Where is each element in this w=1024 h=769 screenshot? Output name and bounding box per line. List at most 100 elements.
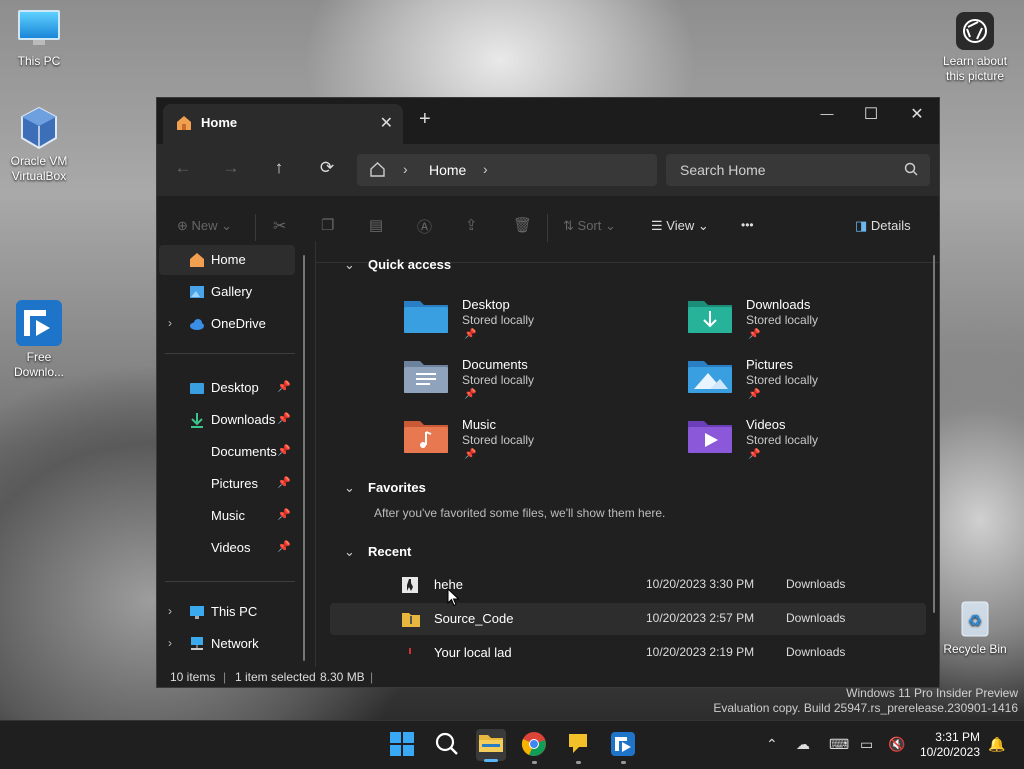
sidebar-item-downloads[interactable]: Downloads 📌 xyxy=(159,405,295,435)
learn-about-picture[interactable]: Learn about this picture xyxy=(936,12,1014,84)
sidebar-item-home[interactable]: Home xyxy=(159,245,295,275)
refresh-icon[interactable]: ⟳ xyxy=(315,158,339,178)
breadcrumb-chevron-icon: › xyxy=(403,161,408,177)
content-pane: ⌄ Quick access Desktop Stored locally 📌 D… xyxy=(316,241,939,669)
chevron-down-icon: ⌄ xyxy=(344,257,355,272)
network-icon xyxy=(189,636,205,652)
content-scrollbar[interactable] xyxy=(933,255,935,613)
tab-title: Home xyxy=(201,115,238,130)
desktop-folder-icon xyxy=(404,301,448,333)
back-arrow-icon[interactable]: ← xyxy=(171,158,195,178)
quick-access-item[interactable]: Videos Stored locally 📌 xyxy=(688,417,918,473)
gallery-icon xyxy=(189,284,205,300)
speaker-muted-icon[interactable]: 🔇 xyxy=(888,736,905,753)
watermark-line1: Windows 11 Pro Insider Preview xyxy=(846,686,1018,700)
breadcrumb-chevron-icon[interactable]: › xyxy=(483,161,488,177)
windows-start-icon[interactable] xyxy=(389,731,417,759)
maximize-button[interactable]: ☐ xyxy=(856,104,886,124)
feedback-hub-icon[interactable] xyxy=(565,731,593,764)
favorites-empty-text: After you've favorited some files, we'll… xyxy=(374,506,666,520)
home-icon xyxy=(189,252,205,268)
details-button[interactable]: ◨ Details xyxy=(855,218,911,234)
rename-icon[interactable]: Ⓐ xyxy=(417,216,432,237)
sidebar-divider xyxy=(165,581,295,582)
monitor-icon xyxy=(189,604,205,620)
learn-label: Learn about this picture xyxy=(942,54,1008,83)
sidebar-item-music[interactable]: Music 📌 xyxy=(159,501,295,531)
search-input[interactable]: Search Home xyxy=(680,162,766,178)
cloud-icon xyxy=(189,316,205,332)
table-row[interactable]: Your local lad 10/20/2023 2:19 PM Downlo… xyxy=(330,637,926,669)
chevron-up-icon[interactable]: ⌃ xyxy=(766,736,778,753)
sidebar-item-gallery[interactable]: Gallery xyxy=(159,277,295,307)
pin-icon: 📌 xyxy=(748,449,761,460)
sort-button[interactable]: ⇅ Sort ⌄ xyxy=(563,218,616,234)
chevron-right-icon[interactable]: › xyxy=(168,604,172,618)
sidebar-item-pictures[interactable]: Pictures 📌 xyxy=(159,469,295,499)
up-arrow-icon[interactable]: ↑ xyxy=(267,158,291,178)
search-box[interactable]: Search Home xyxy=(666,154,930,186)
sidebar-item-onedrive[interactable]: › OneDrive xyxy=(159,309,295,339)
taskbar: ⌃ ☁ ⌨ ▭ 🔇 3:31 PM 10/20/2023 🔔 xyxy=(0,720,1024,769)
quick-access-item[interactable]: Pictures Stored locally 📌 xyxy=(688,357,918,413)
onedrive-status-icon[interactable]: ☁ xyxy=(796,736,810,753)
tab-home[interactable]: Home ✕ xyxy=(163,104,403,144)
status-divider: | xyxy=(370,670,374,684)
pin-icon: 📌 xyxy=(464,389,477,400)
view-button[interactable]: ☰ View ⌄ xyxy=(651,218,709,234)
download-icon xyxy=(189,412,205,428)
pin-icon: 📌 xyxy=(277,541,291,553)
free-download-manager-icon[interactable] xyxy=(610,731,638,764)
pin-icon: 📌 xyxy=(277,477,291,489)
breadcrumb[interactable]: Home xyxy=(429,162,466,178)
sidebar-scrollbar[interactable] xyxy=(303,255,305,661)
table-row[interactable]: Source_Code 10/20/2023 2:57 PM Downloads xyxy=(330,603,926,635)
chrome-icon[interactable] xyxy=(521,731,549,764)
share-icon[interactable]: ⇪ xyxy=(465,216,478,234)
cut-icon[interactable]: ✂ xyxy=(273,216,286,236)
paste-icon[interactable]: ▤ xyxy=(369,216,383,234)
minimize-button[interactable]: — xyxy=(812,106,842,121)
sidebar-item-this-pc[interactable]: › This PC xyxy=(159,597,295,627)
image-file-icon xyxy=(402,577,418,593)
keyboard-icon[interactable]: ⌨ xyxy=(829,736,849,753)
quick-access-item[interactable]: Music Stored locally 📌 xyxy=(404,417,634,473)
table-row[interactable]: hehe 10/20/2023 3:30 PM Downloads xyxy=(330,569,926,601)
chevron-right-icon[interactable]: › xyxy=(168,316,172,330)
view-list-icon: ☰ xyxy=(651,218,663,233)
running-indicator xyxy=(532,761,537,764)
quick-access-header[interactable]: ⌄ Quick access xyxy=(344,257,451,273)
display-icon[interactable]: ▭ xyxy=(860,736,873,753)
quick-access-item[interactable]: Desktop Stored locally 📌 xyxy=(404,297,634,353)
close-tab-icon[interactable]: ✕ xyxy=(380,113,393,133)
desktop-icon-recycle-bin[interactable]: ♻ Recycle Bin xyxy=(937,596,1013,657)
close-button[interactable]: ✕ xyxy=(902,104,932,124)
desktop-icon-free-download-manager[interactable]: Free Downlo... xyxy=(1,300,77,380)
new-tab-button[interactable]: + xyxy=(419,108,431,131)
address-bar[interactable]: › Home › xyxy=(357,154,657,186)
favorites-header[interactable]: ⌄ Favorites xyxy=(344,480,426,496)
notification-bell-icon[interactable]: 🔔 xyxy=(988,736,1005,753)
chevron-right-icon[interactable]: › xyxy=(168,636,172,650)
copy-icon[interactable]: ❐ xyxy=(321,216,334,234)
new-button[interactable]: ⊕ New ⌄ xyxy=(177,218,232,234)
search-icon[interactable] xyxy=(434,731,462,759)
recent-header[interactable]: ⌄ Recent xyxy=(344,544,411,560)
sidebar-item-videos[interactable]: Videos 📌 xyxy=(159,533,295,563)
more-options-button[interactable]: ••• xyxy=(741,218,754,232)
pin-icon: 📌 xyxy=(464,329,477,340)
quick-access-item[interactable]: Documents Stored locally 📌 xyxy=(404,357,634,413)
sidebar-item-desktop[interactable]: Desktop 📌 xyxy=(159,373,295,403)
status-divider: | xyxy=(223,670,227,684)
desktop-icon-this-pc[interactable]: This PC xyxy=(1,10,77,69)
file-explorer-icon[interactable] xyxy=(476,729,506,762)
forward-arrow-icon[interactable]: → xyxy=(219,158,243,178)
delete-icon[interactable]: 🗑 xyxy=(513,216,532,234)
sidebar-divider xyxy=(165,353,295,354)
desktop-icon-virtualbox[interactable]: Oracle VM VirtualBox xyxy=(1,106,77,184)
sidebar-item-network[interactable]: › Network xyxy=(159,629,295,659)
running-indicator xyxy=(621,761,626,764)
quick-access-item[interactable]: Downloads Stored locally 📌 xyxy=(688,297,918,353)
clock[interactable]: 3:31 PM 10/20/2023 xyxy=(920,730,980,760)
sidebar-item-documents[interactable]: Documents 📌 xyxy=(159,437,295,467)
